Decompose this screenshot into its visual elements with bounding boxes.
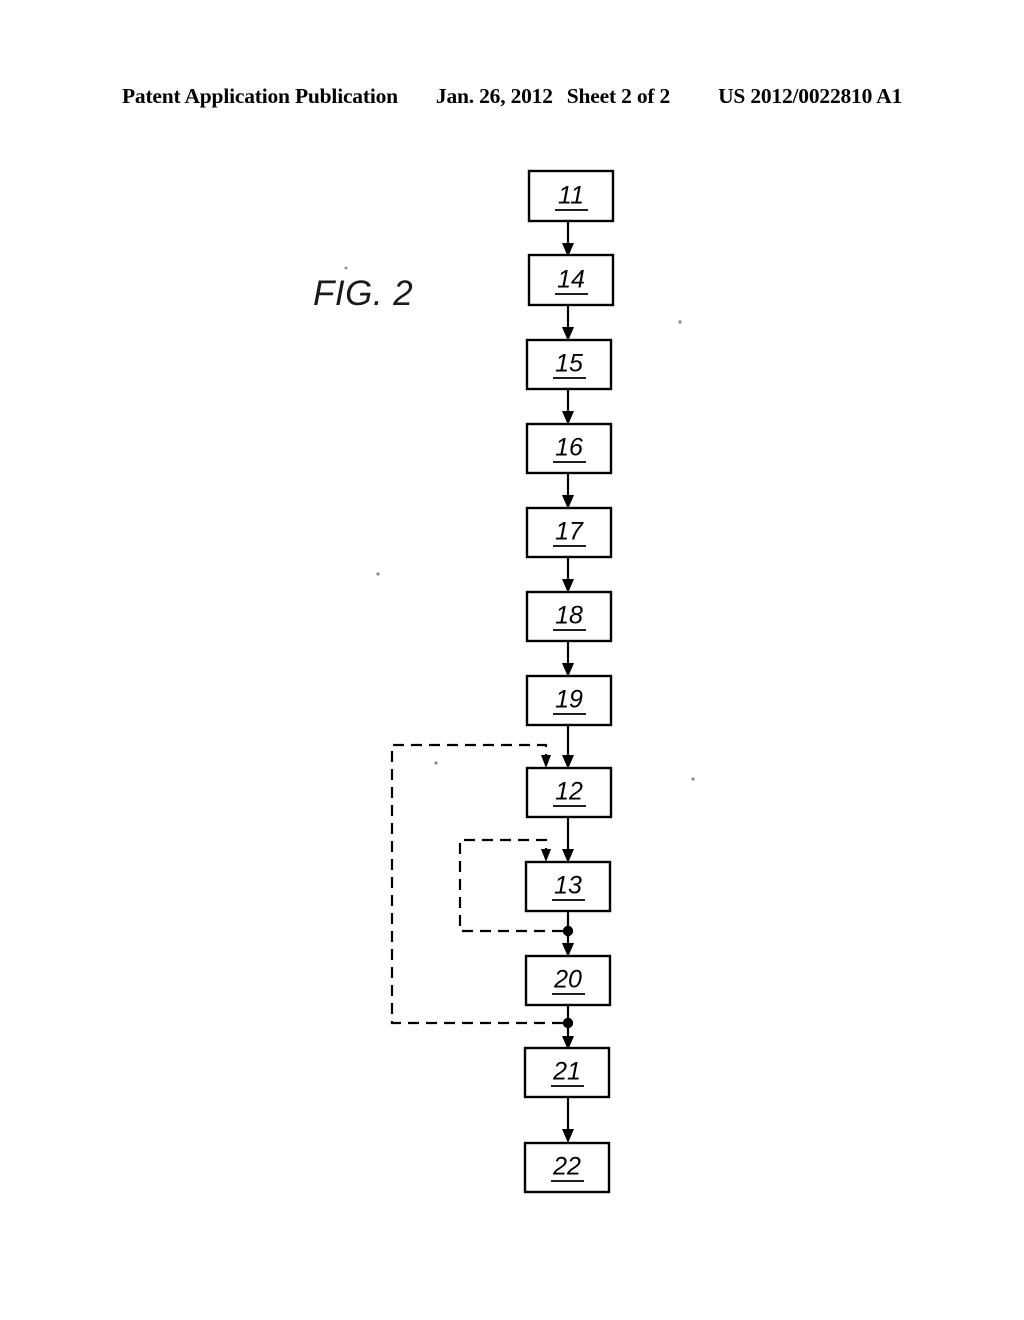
flow-node-13[interactable]: 13 [524,860,612,913]
junction-dot-20 [562,1017,574,1029]
flow-node-15[interactable]: 15 [525,338,613,391]
edge-14-15 [562,305,574,341]
flow-node-14[interactable]: 14 [527,253,615,307]
patent-page: Patent Application Publication Jan. 26, … [0,0,1024,1320]
flow-node-15-label: 15 [555,350,583,378]
flow-node-20[interactable]: 20 [524,954,612,1007]
flow-node-12[interactable]: 12 [525,766,613,819]
flow-node-14-label: 14 [557,266,585,294]
flow-node-21[interactable]: 21 [523,1046,611,1099]
flow-node-17[interactable]: 17 [525,506,613,559]
edge-19-12 [562,725,574,769]
edge-12-13 [562,817,574,863]
edge-11-14 [562,221,574,257]
flow-node-18-label: 18 [555,602,583,630]
edge-13-20 [562,911,574,957]
edge-20-21 [562,1005,574,1050]
edge-18-19 [562,641,574,677]
flow-node-16[interactable]: 16 [525,422,613,475]
flow-node-21-label: 21 [552,1058,581,1086]
flow-node-18[interactable]: 18 [525,590,613,643]
flow-node-11-label: 11 [558,182,584,210]
flow-node-17-label: 17 [555,518,584,546]
scan-speck [678,320,682,324]
flow-node-22[interactable]: 22 [523,1141,611,1194]
junction-dot-13 [562,925,574,937]
flow-node-19[interactable]: 19 [525,674,613,727]
edge-15-16 [562,389,574,425]
flow-node-16-label: 16 [555,434,583,462]
flow-node-13-label: 13 [554,872,582,900]
edge-17-18 [562,557,574,593]
flowchart-diagram: 11 14 15 16 17 18 19 12 13 20 21 22 [344,169,695,1194]
scan-speck [434,761,438,765]
flow-node-11[interactable]: 11 [527,169,615,223]
edge-16-17 [562,473,574,509]
flow-node-19-label: 19 [555,686,583,714]
flow-node-20-label: 20 [553,966,582,994]
scan-speck [376,572,380,576]
scan-speck [691,777,695,781]
flow-node-22-label: 22 [552,1153,581,1181]
scan-speck [344,266,348,270]
edge-21-22 [562,1097,574,1143]
flow-node-12-label: 12 [555,778,583,806]
